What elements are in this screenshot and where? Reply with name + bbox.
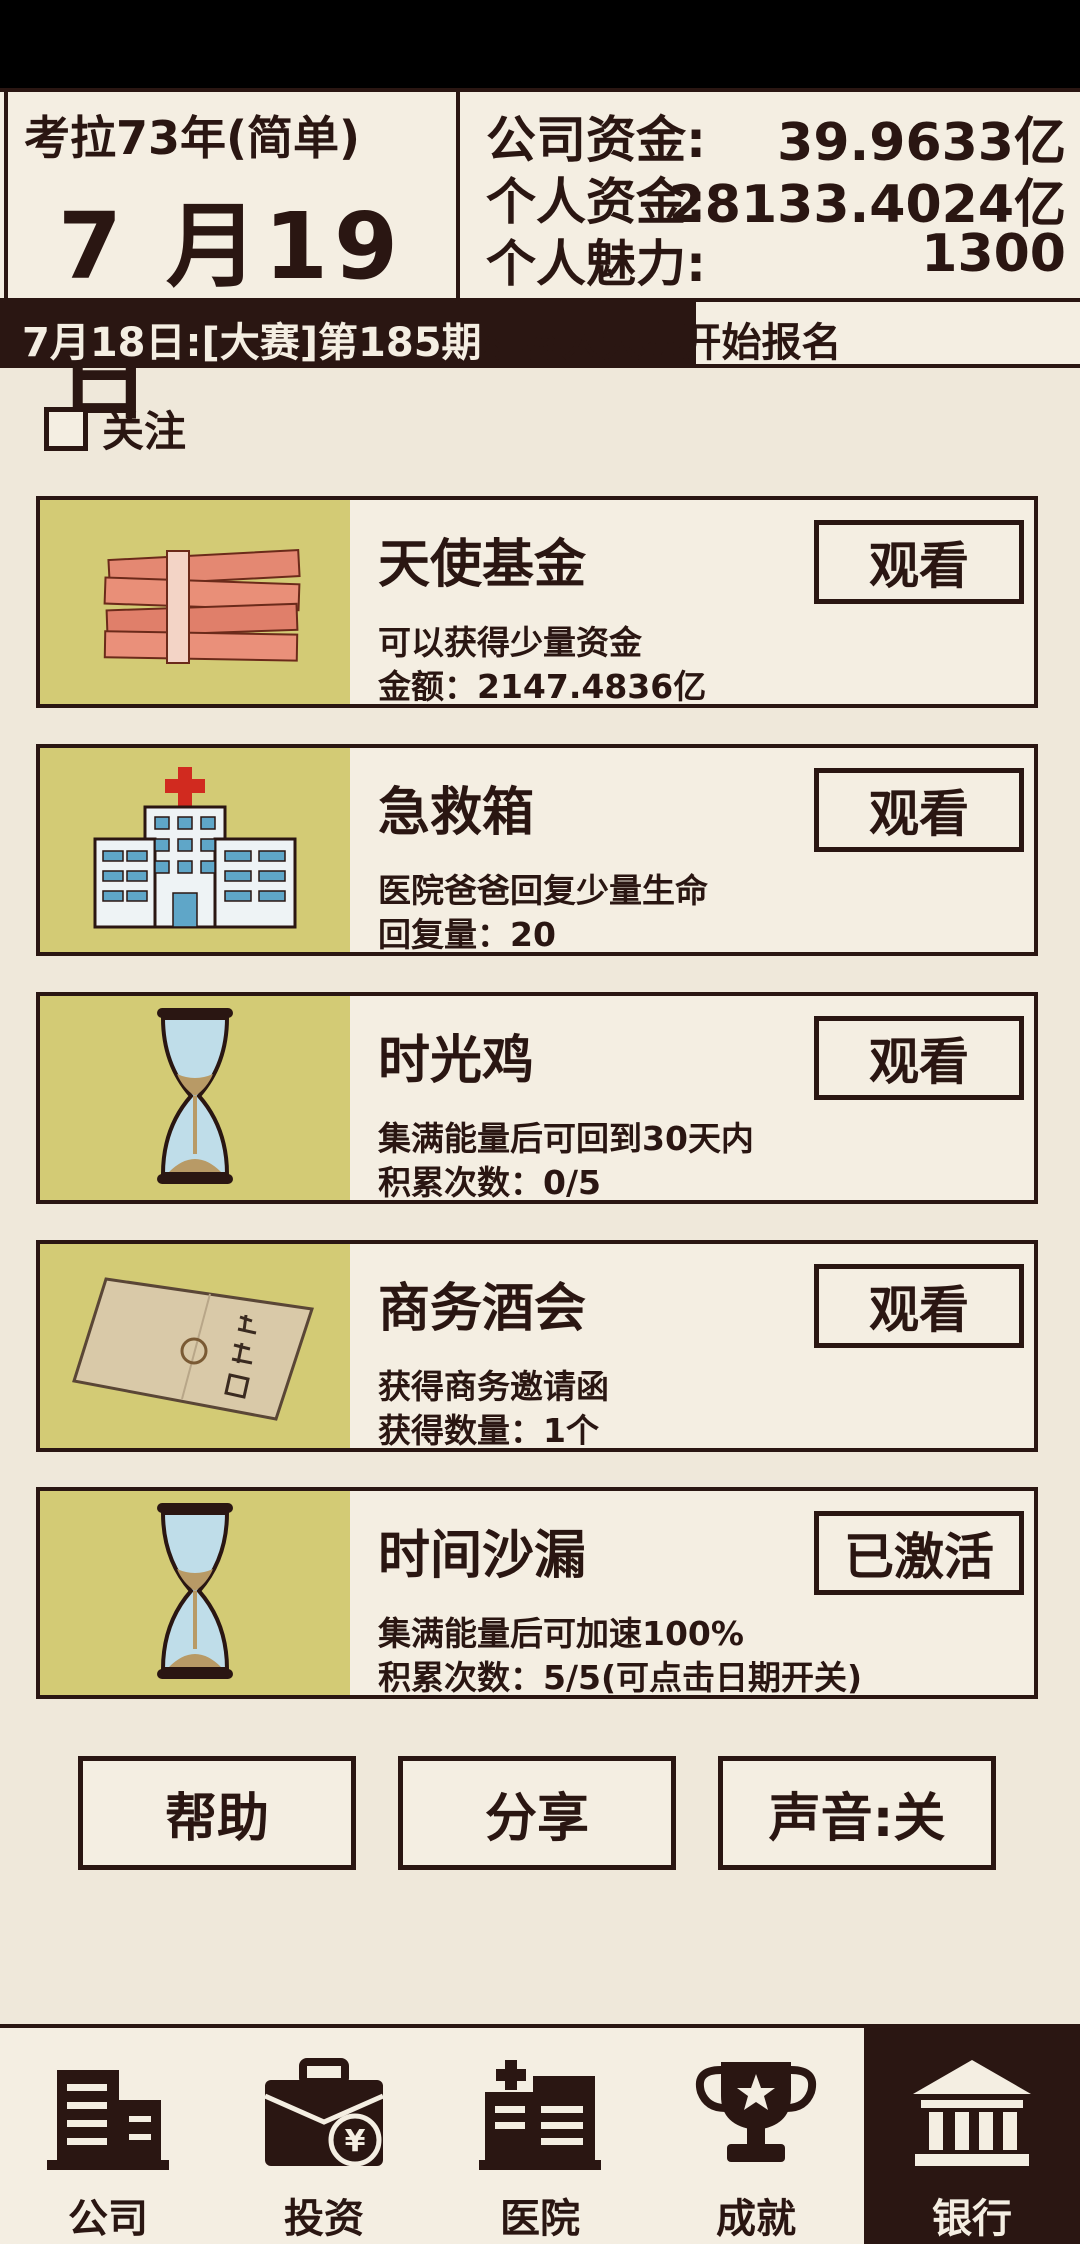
- money-stack-icon: [75, 525, 315, 679]
- card-description: 获得商务邀请函: [378, 1367, 609, 1406]
- news-ticker: 7月18日:[大赛]第185期机器人大赛开始报名 7月18日:[大赛]第185期…: [0, 302, 1080, 368]
- card-title: 天使基金: [378, 535, 587, 595]
- watch-button[interactable]: 观看: [814, 1264, 1024, 1348]
- card-image: [40, 1244, 350, 1448]
- nav-label: 投资: [284, 2196, 364, 2242]
- card-title: 时光鸡: [378, 1031, 535, 1091]
- card-detail: 积累次数：0/5: [378, 1163, 601, 1202]
- card-title: 时间沙漏: [378, 1526, 587, 1586]
- company-funds-row: 公司资金: 39.9633亿: [486, 92, 1066, 173]
- card-title: 急救箱: [378, 783, 535, 843]
- header: 考拉73年(简单) 7 月19 日 公司资金: 39.9633亿 个人资金: 2…: [0, 88, 1080, 433]
- trophy-icon: [686, 2050, 826, 2178]
- nav-label: 医院: [500, 2196, 580, 2242]
- sound-toggle-button[interactable]: 声音:关: [718, 1756, 996, 1870]
- card-image: [40, 1491, 350, 1695]
- hospital-building-icon: [470, 2050, 610, 2178]
- card-image: [40, 996, 350, 1200]
- card-detail: 金额：2147.4836亿: [378, 667, 707, 706]
- follow-toggle[interactable]: 关注: [44, 398, 186, 459]
- card-image: [40, 500, 350, 704]
- briefcase-icon: ¥: [254, 2050, 394, 2178]
- company-icon: [38, 2050, 178, 2178]
- stats-panel: 公司资金: 39.9633亿 个人资金: 28133.4024亿 个人魅力: 1…: [486, 92, 1066, 298]
- hourglass-icon: [145, 1499, 245, 1687]
- charisma-row: 个人魅力: 1300: [486, 216, 1066, 293]
- date-box[interactable]: 考拉73年(简单) 7 月19 日: [4, 92, 460, 433]
- personal-funds-row: 个人资金: 28133.4024亿: [486, 154, 1066, 235]
- nav-label: 银行: [932, 2196, 1012, 2242]
- hospital-icon: [85, 763, 305, 937]
- charisma-value: 1300: [921, 224, 1066, 284]
- card-description: 可以获得少量资金: [378, 623, 642, 662]
- card-detail: 获得数量：1个: [378, 1411, 599, 1450]
- invitation-card-icon: [70, 1259, 320, 1433]
- follow-checkbox[interactable]: [44, 406, 88, 451]
- hourglass-icon: [145, 1004, 245, 1192]
- watch-button[interactable]: 观看: [814, 768, 1024, 852]
- nav-item-achievement[interactable]: 成就: [648, 2028, 864, 2244]
- card-description: 集满能量后可加速100%: [378, 1614, 744, 1653]
- nav-item-company[interactable]: 公司: [0, 2028, 216, 2244]
- year-label: 考拉73年(简单): [24, 111, 361, 165]
- card-detail: 回复量：20: [378, 915, 556, 954]
- card-image: [40, 748, 350, 952]
- card-time-chicken: 时光鸡 集满能量后可回到30天内 积累次数：0/5 观看: [36, 992, 1038, 1204]
- nav-label: 成就: [716, 2196, 796, 2242]
- card-first-aid: 急救箱 医院爸爸回复少量生命 回复量：20 观看: [36, 744, 1038, 956]
- bottom-nav: 公司 ¥ 投资 医院 成就 银行: [0, 2024, 1080, 2244]
- bank-icon: [902, 2050, 1042, 2178]
- card-description: 医院爸爸回复少量生命: [378, 871, 708, 910]
- card-detail: 积累次数：5/5(可点击日期开关): [378, 1658, 863, 1697]
- status-bar: [0, 0, 1080, 88]
- watch-button[interactable]: 观看: [814, 1016, 1024, 1100]
- help-button[interactable]: 帮助: [78, 1756, 356, 1870]
- nav-item-hospital[interactable]: 医院: [432, 2028, 648, 2244]
- card-time-hourglass: 时间沙漏 集满能量后可加速100% 积累次数：5/5(可点击日期开关) 已激活: [36, 1487, 1038, 1699]
- svg-text:¥: ¥: [345, 2124, 366, 2159]
- follow-label: 关注: [102, 407, 187, 456]
- share-button[interactable]: 分享: [398, 1756, 676, 1870]
- activated-button[interactable]: 已激活: [814, 1511, 1024, 1595]
- nav-item-bank[interactable]: 银行: [864, 2028, 1080, 2244]
- card-title: 商务酒会: [378, 1279, 587, 1339]
- watch-button[interactable]: 观看: [814, 520, 1024, 604]
- nav-label: 公司: [68, 2196, 148, 2242]
- card-angel-fund: 天使基金 可以获得少量资金 金额：2147.4836亿 观看: [36, 496, 1038, 708]
- card-business-party: 商务酒会 获得商务邀请函 获得数量：1个 观看: [36, 1240, 1038, 1452]
- nav-item-investment[interactable]: ¥ 投资: [216, 2028, 432, 2244]
- charisma-label: 个人魅力:: [486, 235, 706, 293]
- card-description: 集满能量后可回到30天内: [378, 1119, 754, 1158]
